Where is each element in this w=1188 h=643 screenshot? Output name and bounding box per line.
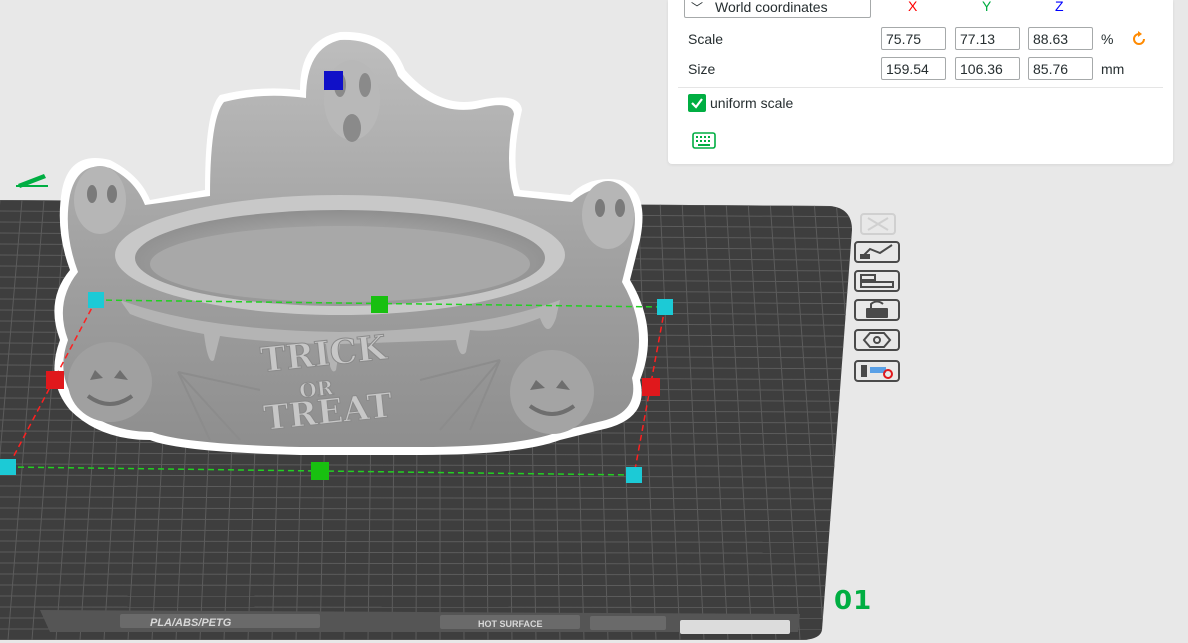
reset-arrow-icon[interactable] [1130, 30, 1148, 48]
scale-handle-z-top[interactable] [324, 71, 343, 90]
filament-label: PLA/ABS/PETG [150, 617, 232, 629]
scale-handle-x-right[interactable] [642, 378, 660, 396]
size-z-input[interactable] [1028, 57, 1093, 80]
scale-handle-corner-br[interactable] [626, 467, 642, 483]
scale-handle-y-back[interactable] [371, 296, 388, 313]
size-label: Size [688, 61, 716, 77]
coordinate-system-dropdown[interactable]: ﹀ World coordinates [684, 0, 871, 18]
close-icon[interactable] [846, 211, 908, 237]
scale-handle-y-front[interactable] [311, 462, 329, 480]
size-unit: mm [1101, 61, 1125, 77]
scale-handle-corner-tr[interactable] [657, 299, 673, 315]
auto-arrange-icon[interactable] [846, 239, 908, 265]
coordinate-system-value: World coordinates [715, 0, 828, 15]
scale-handle-x-left[interactable] [46, 371, 64, 389]
chevron-down-icon: ﹀ [691, 0, 704, 15]
slice-plate-icon[interactable] [846, 358, 908, 384]
plate-number: 01 [834, 586, 873, 616]
axis-y-header: Y [982, 0, 992, 14]
uniform-scale-label: uniform scale [710, 95, 794, 111]
scale-handle-corner-bl[interactable] [0, 459, 16, 475]
scale-y-input[interactable] [955, 27, 1020, 50]
divider [678, 87, 1163, 88]
scale-label: Scale [688, 31, 724, 47]
axis-x-header: X [908, 0, 918, 14]
keyboard-icon[interactable] [692, 132, 716, 149]
lock-icon[interactable] [846, 297, 908, 323]
size-y-input[interactable] [955, 57, 1020, 80]
hot-surface-label: HOT SURFACE [478, 619, 543, 629]
scale-z-input[interactable] [1028, 27, 1093, 50]
size-x-input[interactable] [881, 57, 946, 80]
orient-icon[interactable] [846, 268, 908, 294]
plate-settings-icon[interactable] [846, 327, 908, 353]
axis-z-header: Z [1055, 0, 1064, 14]
scale-handle-corner-tl[interactable] [88, 292, 104, 308]
pencil-icon[interactable] [16, 174, 48, 188]
scale-unit: % [1101, 31, 1114, 47]
scale-x-input[interactable] [881, 27, 946, 50]
uniform-scale-checkbox[interactable] [688, 94, 706, 112]
scale-panel: ﹀ World coordinates X Y Z Scale % Size m… [668, 0, 1173, 164]
